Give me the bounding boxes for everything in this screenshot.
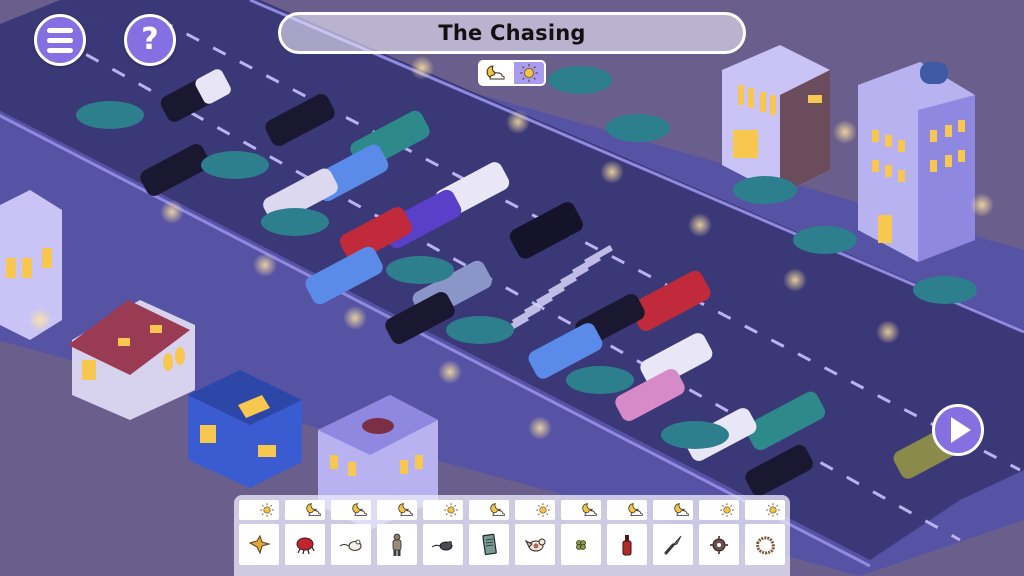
item-red-bottle[interactable] xyxy=(607,524,647,565)
item-slot xyxy=(745,500,785,576)
item-time-indicator xyxy=(607,500,647,520)
day-night-toggle[interactable] xyxy=(478,60,546,86)
item-slot xyxy=(285,500,325,576)
moon-cloud-icon xyxy=(490,503,505,516)
item-time-indicator xyxy=(653,500,693,520)
item-slot xyxy=(377,500,417,576)
moon-cloud-icon xyxy=(674,503,689,516)
item-time-indicator xyxy=(745,500,785,520)
day-mode-button[interactable] xyxy=(512,60,546,86)
moon-cloud-icon xyxy=(398,503,413,516)
trench-coat-man-icon xyxy=(392,533,402,556)
city-scene xyxy=(0,0,1024,576)
item-time-indicator xyxy=(423,500,463,520)
knife-icon xyxy=(664,535,682,554)
item-gray-rat[interactable] xyxy=(423,524,463,565)
item-bird[interactable] xyxy=(515,524,555,565)
item-white-mouse[interactable] xyxy=(331,524,371,565)
gray-rat-icon xyxy=(431,540,453,550)
item-time-indicator xyxy=(699,500,739,520)
notebook-icon xyxy=(482,533,497,555)
sun-icon xyxy=(260,503,274,517)
item-time-indicator xyxy=(469,500,509,520)
hidden-items-panel xyxy=(234,495,790,576)
sun-icon xyxy=(536,503,550,517)
item-time-indicator xyxy=(515,500,555,520)
item-gear[interactable] xyxy=(699,524,739,565)
moon-cloud-icon xyxy=(628,503,643,516)
item-red-crab[interactable] xyxy=(285,524,325,565)
sun-icon xyxy=(720,503,734,517)
sun-icon xyxy=(766,503,780,517)
item-time-indicator xyxy=(561,500,601,520)
item-trench-coat-man[interactable] xyxy=(377,524,417,565)
item-slot xyxy=(607,500,647,576)
sun-icon xyxy=(520,64,538,82)
item-time-indicator xyxy=(239,500,279,520)
red-crab-icon xyxy=(296,537,315,554)
bead-necklace-icon xyxy=(756,535,775,555)
gear-icon xyxy=(710,535,728,554)
play-icon xyxy=(951,417,971,443)
green-clover-icon xyxy=(576,539,586,550)
item-knife[interactable] xyxy=(653,524,693,565)
item-time-indicator xyxy=(285,500,325,520)
moon-cloud-icon xyxy=(582,503,597,516)
night-mode-button[interactable] xyxy=(478,60,512,86)
level-title: The Chasing xyxy=(438,21,586,45)
building-tall-right xyxy=(858,62,975,262)
play-button[interactable] xyxy=(932,404,984,456)
item-time-indicator xyxy=(331,500,371,520)
item-notebook[interactable] xyxy=(469,524,509,565)
item-bead-necklace[interactable] xyxy=(745,524,785,565)
help-button[interactable]: ? xyxy=(124,14,176,66)
moon-cloud-icon xyxy=(352,503,367,516)
level-title-bar: The Chasing xyxy=(278,12,746,54)
item-time-indicator xyxy=(377,500,417,520)
item-green-clover[interactable] xyxy=(561,524,601,565)
bird-icon xyxy=(524,538,546,551)
item-slot xyxy=(331,500,371,576)
item-slot xyxy=(515,500,555,576)
red-bottle-icon xyxy=(622,534,632,555)
item-slot xyxy=(561,500,601,576)
item-slot xyxy=(653,500,693,576)
item-golden-star-cookie[interactable] xyxy=(239,524,279,565)
sun-icon xyxy=(444,503,458,517)
item-slot xyxy=(423,500,463,576)
building-cafe xyxy=(722,45,830,195)
menu-button[interactable] xyxy=(34,14,86,66)
golden-star-cookie-icon xyxy=(248,534,271,554)
moon-cloud-icon xyxy=(486,65,505,80)
hamburger-menu-icon xyxy=(47,27,73,53)
question-mark-icon: ? xyxy=(141,22,159,57)
moon-cloud-icon xyxy=(306,503,321,516)
item-slot xyxy=(699,500,739,576)
item-slot xyxy=(239,500,279,576)
item-slot xyxy=(469,500,509,576)
white-mouse-icon xyxy=(339,539,362,551)
